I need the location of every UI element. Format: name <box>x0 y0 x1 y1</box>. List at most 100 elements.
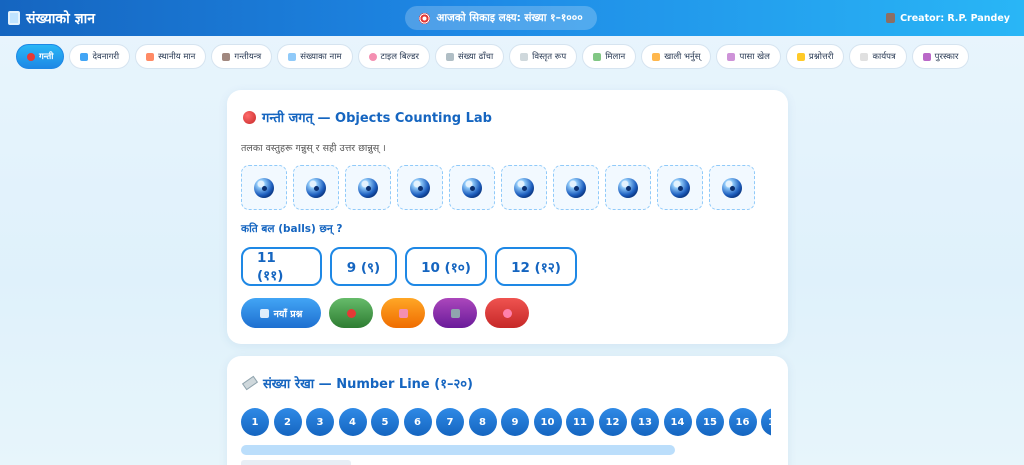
number-line-button[interactable]: 3 <box>306 408 334 436</box>
creator-credit: Creator: R.P. Pandey <box>886 13 1010 24</box>
triangle-ruler-icon <box>520 52 529 61</box>
party-icon <box>922 52 931 61</box>
answer-option[interactable]: 11 (११) <box>241 247 322 286</box>
soccer-ball-icon <box>358 177 378 198</box>
flower-icon <box>502 308 512 318</box>
soccer-ball-icon <box>618 177 638 198</box>
ball-slot <box>501 165 547 210</box>
counting-actions: नयाँ प्रश्न <box>241 298 529 328</box>
number-line-scrollbar[interactable] <box>241 445 675 455</box>
tab-label: गन्ती <box>39 52 54 62</box>
number-line-card: संख्या रेखा — Number Line (१–२०) 1234567… <box>227 356 788 465</box>
tab-matching[interactable]: मिलान <box>582 44 637 69</box>
link-icon <box>446 52 455 61</box>
brain-icon <box>368 52 377 61</box>
number-line-button[interactable]: 4 <box>338 408 367 436</box>
soccer-ball-icon <box>514 177 534 198</box>
tab-tile-builder[interactable]: टाइल बिल्डर <box>357 44 431 69</box>
number-line-title-text: संख्या रेखा — Number Line (१–२०) <box>263 377 473 392</box>
tab-dice-game[interactable]: पासा खेल <box>716 44 781 69</box>
answer-option[interactable]: 12 (१२) <box>495 247 577 286</box>
tab-label: विस्तृत रूप <box>532 52 567 62</box>
soccer-ball-icon <box>566 177 586 198</box>
counting-lab-card: गन्ती जगत् — Objects Counting Lab तलका व… <box>227 90 788 344</box>
number-line-button[interactable]: 15 <box>696 408 724 436</box>
module-tabs: गन्ती देवनागरी स्थानीय मान गन्तीयन्त्र स… <box>16 44 970 70</box>
soccer-ball-icon <box>254 177 274 198</box>
tab-number-names[interactable]: संख्याका नाम <box>277 44 353 69</box>
ball-slot <box>709 165 755 210</box>
object-flower-button[interactable] <box>485 298 529 328</box>
apple-icon <box>346 308 356 318</box>
answer-option[interactable]: 10 (१०) <box>405 247 487 286</box>
puzzle-icon <box>593 52 602 61</box>
tab-fill-blanks[interactable]: खाली भर्नुस् <box>641 44 712 69</box>
tab-label: संख्याका नाम <box>300 52 342 62</box>
tab-counting[interactable]: गन्ती <box>16 44 65 69</box>
number-line-button[interactable]: 11 <box>566 408 594 436</box>
tab-label: स्थानीय मान <box>158 52 196 62</box>
ball-slot <box>449 165 495 210</box>
ball-grid <box>241 165 755 210</box>
book-icon <box>288 52 297 61</box>
ball-slot <box>293 165 339 210</box>
ball-slot <box>241 165 287 210</box>
number-line-button[interactable]: 14 <box>663 408 692 436</box>
number-line-caption <box>241 460 351 465</box>
tab-rewards[interactable]: पुरस्कार <box>911 44 970 69</box>
number-line-button[interactable]: 17 <box>761 408 771 436</box>
number-line-button[interactable]: 8 <box>468 408 497 436</box>
object-robot-button[interactable] <box>433 298 477 328</box>
tab-label: संख्या ढाँचा <box>458 52 494 62</box>
app-brand: संख्याको ज्ञान <box>8 9 95 28</box>
target-icon <box>419 12 431 24</box>
book-icon <box>8 11 20 25</box>
soccer-ball-icon <box>462 177 482 198</box>
number-line-button[interactable]: 2 <box>273 408 302 436</box>
ruler-icon <box>241 375 259 391</box>
number-line-button[interactable]: 7 <box>436 408 464 436</box>
soccer-ball-icon <box>410 177 430 198</box>
tab-quiz[interactable]: प्रश्नोत्तरी <box>785 44 845 69</box>
new-question-button[interactable]: नयाँ प्रश्न <box>241 298 321 328</box>
counting-lab-title-text: गन्ती जगत् — Objects Counting Lab <box>262 111 492 126</box>
number-line-button[interactable]: 9 <box>501 408 529 436</box>
answer-option[interactable]: 9 (९) <box>330 247 397 286</box>
pencil-icon <box>652 52 661 61</box>
tab-label: खाली भर्नुस् <box>664 52 701 62</box>
sheet-icon <box>860 52 869 61</box>
tab-abacus[interactable]: गन्तीयन्त्र <box>211 44 273 69</box>
soccer-ball-icon <box>722 177 742 198</box>
object-apple-button[interactable] <box>329 298 373 328</box>
number-line-button[interactable]: 12 <box>598 408 627 436</box>
abacus-icon <box>222 52 231 61</box>
ball-slot <box>605 165 651 210</box>
tab-devanagari[interactable]: देवनागरी <box>69 44 131 69</box>
number-line-button[interactable]: 13 <box>631 408 659 436</box>
number-line-button[interactable]: 16 <box>728 408 757 436</box>
answer-options: 11 (११) 9 (९) 10 (१०) 12 (१२) <box>241 247 577 286</box>
house-icon <box>146 52 155 61</box>
abacus-icon <box>80 52 89 61</box>
number-line-button[interactable]: 5 <box>371 408 399 436</box>
dice-icon <box>727 52 736 61</box>
ball-slot <box>345 165 391 210</box>
number-line-button[interactable]: 10 <box>533 408 562 436</box>
tab-expanded-form[interactable]: विस्तृत रूप <box>509 44 578 69</box>
robot-icon <box>450 308 460 318</box>
tab-number-pattern[interactable]: संख्या ढाँचा <box>435 44 505 69</box>
tab-label: मिलान <box>605 52 626 62</box>
object-shape-button[interactable] <box>381 298 425 328</box>
number-line-button[interactable]: 1 <box>241 408 269 436</box>
learning-goal-pill: आजको सिकाइ लक्ष्य: संख्या १–१००० <box>405 6 597 30</box>
tab-label: पुरस्कार <box>934 52 959 62</box>
apple-icon <box>27 52 35 61</box>
number-line-button[interactable]: 6 <box>403 408 432 436</box>
tab-worksheet[interactable]: कार्यपत्र <box>849 44 907 69</box>
number-line-row: 1234567891011121314151617 <box>241 408 771 436</box>
counting-instruction: तलका वस्तुहरू गन्नुस् र सही उत्तर छान्नु… <box>241 143 386 154</box>
soccer-ball-icon <box>670 177 690 198</box>
tab-place-value[interactable]: स्थानीय मान <box>135 44 207 69</box>
creator-label: Creator: R.P. Pandey <box>900 12 1010 24</box>
number-line-title: संख्या रेखा — Number Line (१–२०) <box>241 374 473 392</box>
